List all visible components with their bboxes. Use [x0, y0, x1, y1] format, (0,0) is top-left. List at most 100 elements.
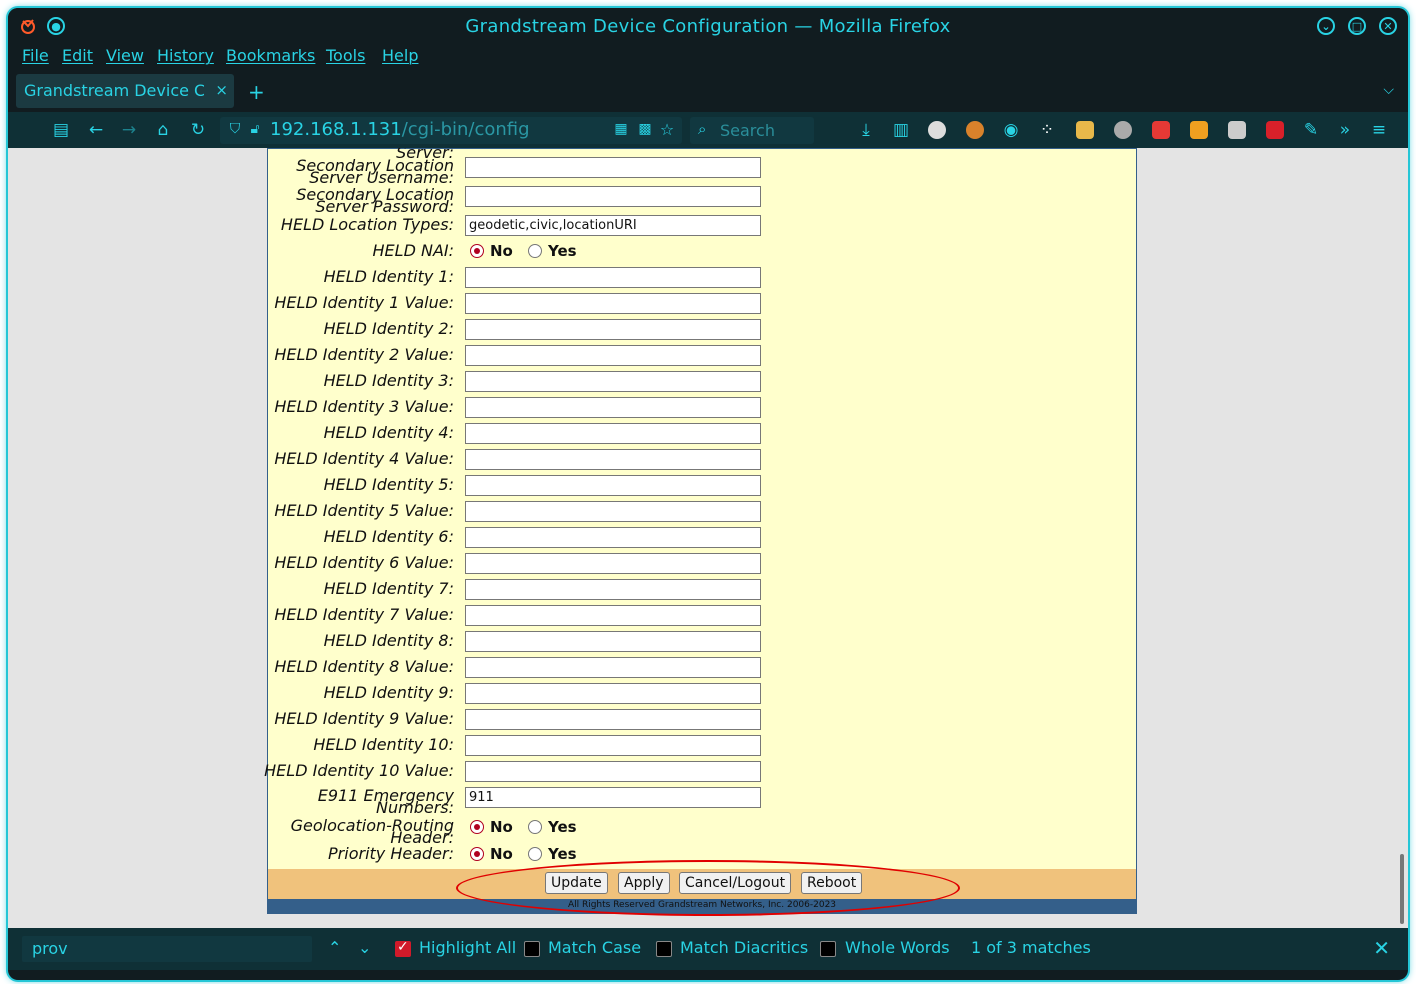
text-field[interactable] — [465, 553, 761, 574]
field-label: HELD Identity 2 Value: — [274, 345, 454, 364]
extensions-icon[interactable]: ✎ — [1300, 120, 1322, 140]
field-label: HELD Identity 4: — [323, 423, 454, 442]
field-label: HELD Identity 8 Value: — [274, 657, 454, 676]
text-field[interactable] — [465, 735, 761, 756]
search-icon: ⌕ — [698, 120, 707, 138]
extension-pencil-icon[interactable] — [1076, 121, 1094, 139]
text-field[interactable] — [465, 267, 761, 288]
text-field[interactable] — [465, 579, 761, 600]
menu-file[interactable]: File — [22, 46, 49, 65]
sidebar-icon[interactable]: ▤ — [50, 120, 72, 140]
reader-icon[interactable]: ▦ — [610, 121, 632, 137]
tab-grandstream[interactable]: Grandstream Device Con × — [16, 74, 234, 108]
text-field[interactable] — [465, 605, 761, 626]
radio-no[interactable] — [470, 847, 484, 861]
text-field[interactable] — [465, 501, 761, 522]
hamburger-menu-icon[interactable]: ≡ — [1368, 120, 1390, 140]
extension-camera-icon[interactable] — [1152, 121, 1170, 139]
text-field[interactable]: 911 — [465, 787, 761, 808]
minimize-icon[interactable]: ⌄ — [1316, 16, 1336, 36]
radio-yes-label: Yes — [548, 818, 577, 836]
radio-yes[interactable] — [528, 847, 542, 861]
text-field[interactable] — [465, 527, 761, 548]
highlight-all-label[interactable]: Highlight All — [419, 938, 516, 957]
text-field[interactable] — [465, 293, 761, 314]
reload-icon[interactable]: ↻ — [187, 120, 209, 140]
text-field[interactable] — [465, 761, 761, 782]
text-field[interactable] — [465, 345, 761, 366]
list-all-tabs-icon[interactable]: ⌵ — [1383, 82, 1394, 98]
match-diacritics-label[interactable]: Match Diacritics — [680, 938, 808, 957]
forward-icon[interactable]: → — [118, 120, 140, 140]
text-field[interactable] — [465, 371, 761, 392]
lock-icon[interactable]: 🔓︎ — [244, 121, 266, 137]
browser-window: ● Grandstream Device Configuration — Moz… — [8, 8, 1408, 980]
radio-no[interactable] — [470, 820, 484, 834]
text-field[interactable] — [465, 657, 761, 678]
extension-spy-icon[interactable] — [1114, 121, 1132, 139]
match-case-label[interactable]: Match Case — [548, 938, 641, 957]
menu-help[interactable]: Help — [382, 46, 418, 65]
field-label: HELD Identity 1: — [323, 267, 454, 286]
text-field[interactable] — [465, 631, 761, 652]
extension-monkey-icon[interactable] — [966, 121, 984, 139]
extension-cloud2-icon[interactable] — [1228, 121, 1246, 139]
text-field[interactable] — [465, 683, 761, 704]
field-label: HELD NAI: — [372, 241, 454, 260]
text-field[interactable] — [465, 186, 761, 207]
menu-edit[interactable]: Edit — [62, 46, 93, 65]
config-panel: Server: Secondary Location Server Username… — [264, 148, 1137, 914]
find-previous-icon[interactable]: ⌃ — [328, 938, 341, 957]
text-field[interactable] — [465, 709, 761, 730]
field-label: HELD Identity 8: — [323, 631, 454, 650]
text-field[interactable] — [465, 319, 761, 340]
find-input[interactable]: prov — [22, 936, 312, 962]
extension-cloud-icon[interactable] — [928, 121, 946, 139]
search-placeholder: Search — [720, 121, 775, 140]
highlight-all-checkbox[interactable] — [395, 939, 411, 957]
extension-phone-icon[interactable] — [1190, 121, 1208, 139]
account-icon[interactable]: ◉ — [1000, 120, 1022, 140]
field-label-line2: Numbers: — [376, 798, 454, 817]
find-next-icon[interactable]: ⌄ — [358, 938, 371, 957]
tab-close-icon[interactable]: × — [215, 81, 228, 99]
whole-words-checkbox[interactable] — [820, 941, 836, 957]
overflow-icon[interactable]: » — [1334, 120, 1356, 140]
qr-code-icon[interactable]: ▩ — [634, 121, 656, 137]
bookmark-star-icon[interactable]: ☆ — [656, 120, 678, 139]
close-find-bar-icon[interactable]: ✕ — [1373, 936, 1390, 960]
match-diacritics-checkbox[interactable] — [656, 941, 672, 957]
text-field[interactable] — [465, 157, 761, 178]
text-field[interactable] — [465, 397, 761, 418]
maximize-icon[interactable]: □ — [1347, 16, 1367, 36]
radio-no[interactable] — [470, 244, 484, 258]
radio-yes[interactable] — [528, 820, 542, 834]
navigation-bar: ▤ ← → ⌂ ↻ ⛉ 🔓︎ 192.168.1.131/cgi-bin/con… — [8, 112, 1408, 148]
whole-words-label[interactable]: Whole Words — [845, 938, 950, 957]
close-window-icon[interactable]: ✕ — [1378, 16, 1398, 36]
home-icon[interactable]: ⌂ — [152, 120, 174, 140]
url-bar[interactable]: ⛉ 🔓︎ 192.168.1.131/cgi-bin/config ▦ ▩ ☆ — [220, 117, 682, 144]
tab-bar: Grandstream Device Con × + ⌵ — [8, 72, 1408, 112]
menu-bookmarks[interactable]: Bookmarks — [226, 46, 315, 65]
extension-red-icon[interactable] — [1266, 121, 1284, 139]
field-label: HELD Identity 6 Value: — [274, 553, 454, 572]
new-tab-button[interactable]: + — [248, 80, 265, 104]
match-case-checkbox[interactable] — [524, 941, 540, 957]
menu-tools[interactable]: Tools — [326, 46, 365, 65]
url-host: 192.168.1.131 — [270, 119, 402, 140]
reader-view-icon[interactable]: ▥ — [890, 120, 912, 140]
back-icon[interactable]: ← — [85, 120, 107, 140]
menu-view[interactable]: View — [106, 46, 144, 65]
shield-icon[interactable]: ⛉ — [224, 121, 246, 137]
downloads-icon[interactable]: ⤓ — [855, 120, 877, 140]
text-field[interactable] — [465, 449, 761, 470]
search-box[interactable]: ⌕ Search — [690, 117, 814, 144]
text-field[interactable]: geodetic,civic,locationURI — [465, 215, 761, 236]
radio-yes[interactable] — [528, 244, 542, 258]
scrollbar[interactable] — [1400, 854, 1404, 924]
menu-history[interactable]: History — [157, 46, 214, 65]
extension-dots-icon[interactable]: ⁘ — [1036, 120, 1058, 140]
text-field[interactable] — [465, 475, 761, 496]
text-field[interactable] — [465, 423, 761, 444]
